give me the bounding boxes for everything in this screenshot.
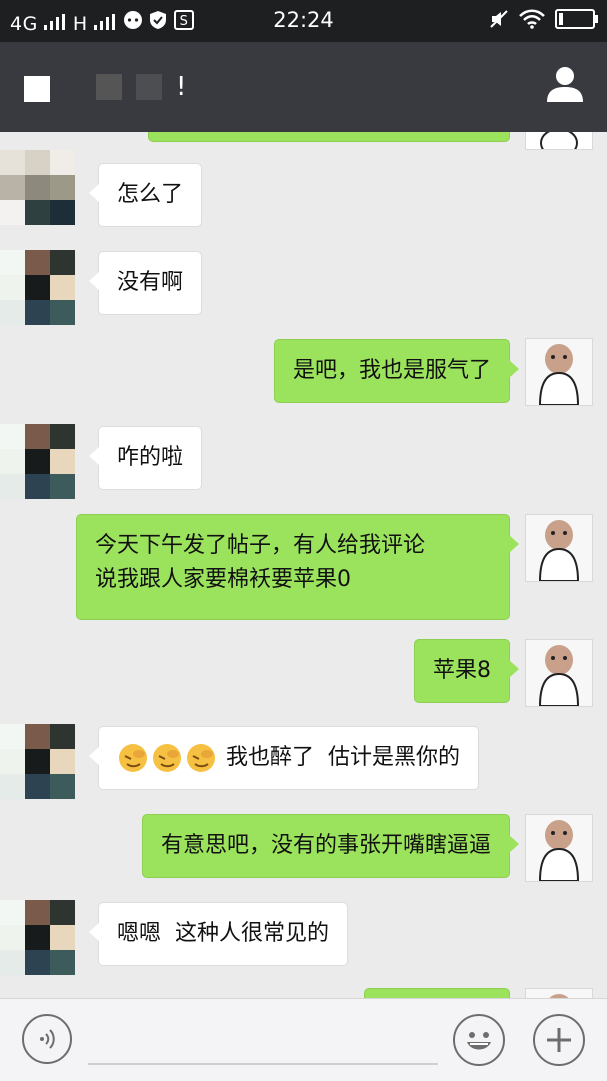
avatar[interactable]	[525, 988, 593, 998]
chat-title: !	[96, 70, 186, 104]
message-text: 是吧，我也是服气了	[292, 358, 491, 383]
message-text-line-1: 今天下午发了帖子，有人给我评论	[95, 533, 426, 558]
message-text: 怎么了	[117, 182, 184, 207]
title-obscured-block	[136, 74, 162, 100]
facepalm-emoji-icon	[187, 744, 215, 772]
message-text: 有意思吧，没有的事张开嘴瞎逼逼	[160, 833, 491, 858]
avatar[interactable]	[0, 150, 75, 225]
message-text: 我也醉了 估计是黑你的	[226, 745, 460, 770]
message-bubble[interactable]: 是吧，我也是服气了	[273, 339, 520, 403]
wifi-icon	[519, 9, 545, 29]
person-icon[interactable]	[543, 62, 587, 106]
avatar[interactable]	[525, 132, 593, 150]
message-bubble[interactable]: 今天下午发了帖子，有人给我评论 说我跟人家要棉袄要苹果0	[76, 514, 519, 620]
avatar[interactable]	[525, 338, 593, 406]
back-button[interactable]	[24, 76, 50, 102]
voice-icon	[40, 1029, 55, 1049]
avatar[interactable]	[525, 814, 593, 882]
facepalm-emoji-icon	[119, 744, 147, 772]
message-bubble[interactable]: 没有啊	[88, 251, 203, 315]
message-bubble-partial[interactable]	[148, 132, 510, 142]
message-text: 苹果8	[433, 658, 491, 683]
message-text: 嗯嗯 这种人很常见的	[117, 921, 329, 946]
message-bubble[interactable]: 咋的啦	[88, 426, 203, 490]
title-obscured-block	[96, 74, 122, 100]
facepalm-emoji-icon	[153, 744, 181, 772]
avatar[interactable]	[0, 900, 75, 975]
message-bubble[interactable]: 我也醉了 估计是黑你的	[89, 726, 479, 790]
plus-icon	[547, 1028, 571, 1052]
avatar[interactable]	[0, 724, 75, 799]
message-text: 没有啊	[117, 270, 184, 295]
avatar[interactable]	[525, 514, 593, 582]
avatar[interactable]	[0, 250, 75, 325]
status-bar: 4G H S 22:24	[0, 0, 607, 42]
mute-icon	[490, 10, 508, 28]
chat-header: !	[0, 42, 607, 132]
message-bubble-partial[interactable]	[364, 988, 510, 998]
add-button[interactable]	[533, 1014, 585, 1066]
battery-icon	[555, 9, 598, 29]
message-text-line-2: 说我跟人家要棉袄要苹果0	[95, 567, 351, 592]
emoji-button[interactable]	[453, 1014, 505, 1066]
title-suffix: !	[176, 72, 187, 102]
message-list[interactable]: 怎么了 没有啊 是吧，我也是服气了 咋的啦 今天下午发了帖子，有人给我评论 说我…	[0, 132, 607, 998]
status-right	[489, 9, 598, 29]
avatar[interactable]	[525, 639, 593, 707]
input-bar	[0, 998, 607, 1081]
message-bubble[interactable]: 有意思吧，没有的事张开嘴瞎逼逼	[141, 814, 520, 878]
message-bubble[interactable]: 怎么了	[88, 163, 203, 227]
message-bubble[interactable]: 嗯嗯 这种人很常见的	[89, 902, 348, 966]
avatar[interactable]	[0, 424, 75, 499]
message-text: 咋的啦	[117, 445, 184, 470]
message-input[interactable]	[88, 1063, 438, 1065]
message-bubble[interactable]: 苹果8	[414, 639, 519, 703]
emoji-icon	[467, 1032, 491, 1050]
voice-button[interactable]	[22, 1014, 72, 1064]
